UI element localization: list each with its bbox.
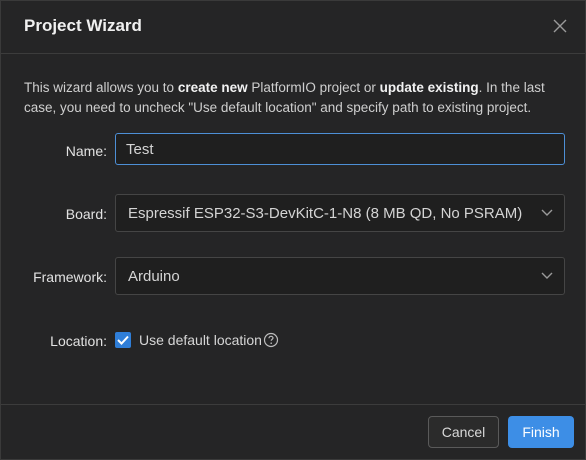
check-icon bbox=[117, 335, 129, 345]
help-icon[interactable] bbox=[263, 332, 279, 348]
use-default-location-checkbox[interactable] bbox=[115, 332, 131, 348]
intro-bold-create-new: create new bbox=[177, 80, 248, 95]
project-wizard-dialog: Project Wizard This wizard allows you to… bbox=[0, 0, 586, 460]
board-label: Board: bbox=[65, 206, 107, 222]
use-default-location-label[interactable]: Use default location bbox=[139, 332, 262, 348]
framework-label: Framework: bbox=[33, 269, 107, 285]
dialog-title: Project Wizard bbox=[24, 16, 142, 35]
name-label: Name: bbox=[65, 143, 107, 159]
location-label: Location: bbox=[50, 333, 107, 349]
framework-select[interactable]: Arduino bbox=[115, 257, 565, 295]
intro-bold-update-existing: update existing bbox=[379, 80, 479, 95]
cancel-button[interactable]: Cancel bbox=[428, 416, 499, 448]
board-select-value: Espressif ESP32-S3-DevKitC-1-N8 (8 MB QD… bbox=[128, 204, 523, 222]
chevron-down-icon bbox=[530, 272, 564, 280]
dialog-footer: Cancel Finish bbox=[1, 404, 585, 459]
board-select[interactable]: Espressif ESP32-S3-DevKitC-1-N8 (8 MB QD… bbox=[115, 194, 565, 232]
dialog-header: Project Wizard bbox=[1, 1, 585, 54]
chevron-down-icon bbox=[530, 209, 564, 217]
intro-text: This wizard allows you to create new Pla… bbox=[24, 78, 569, 118]
finish-button[interactable]: Finish bbox=[508, 416, 574, 448]
close-icon[interactable] bbox=[549, 15, 571, 37]
framework-select-value: Arduino bbox=[128, 267, 180, 285]
intro-part-2: PlatformIO project or bbox=[247, 80, 380, 95]
intro-part-1: This wizard allows you to bbox=[24, 80, 178, 95]
name-input[interactable] bbox=[115, 133, 565, 165]
